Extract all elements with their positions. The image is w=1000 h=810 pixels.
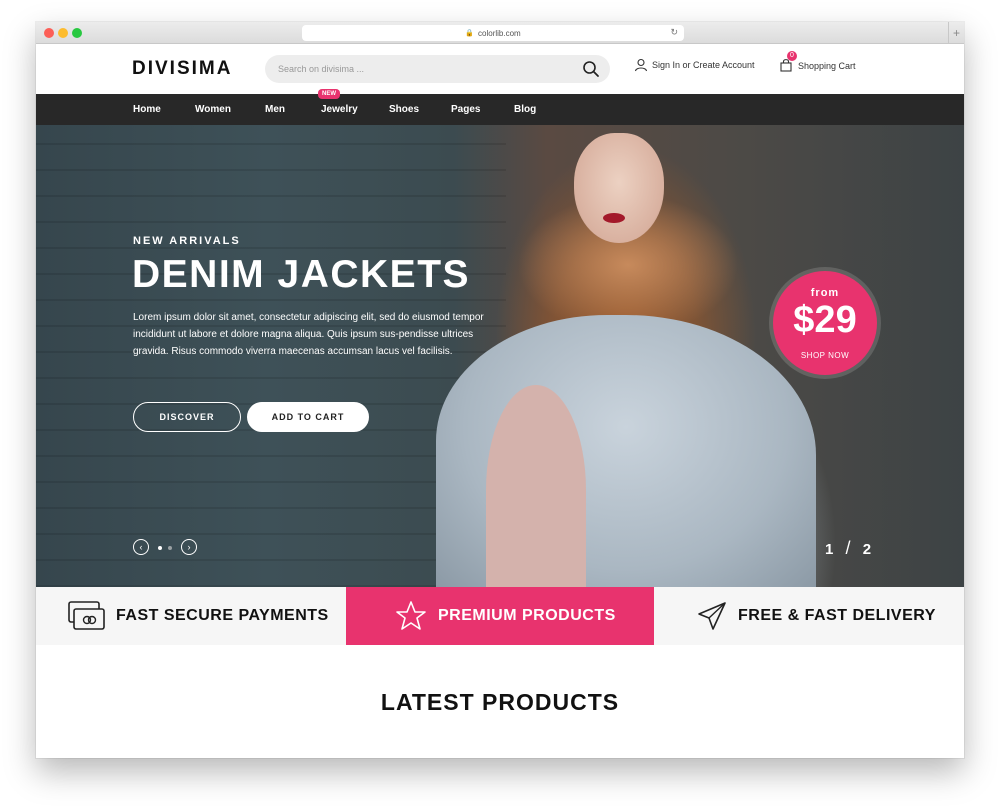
address-bar[interactable]: 🔒 colorlib.com ↻ — [302, 25, 684, 41]
shop-now-link[interactable]: SHOP NOW — [773, 351, 877, 360]
maximize-window-button[interactable] — [72, 28, 82, 38]
hero-description: Lorem ipsum dolor sit amet, consectetur … — [133, 312, 484, 357]
chevron-right-icon[interactable]: › — [181, 539, 197, 555]
url-text: colorlib.com — [478, 28, 521, 38]
hero-model-shirt — [486, 385, 586, 587]
cart-count-badge: 0 — [787, 51, 797, 61]
hero-slider: NEW ARRIVALS DENIM JACKETS Lorem ipsum d… — [36, 125, 964, 587]
slider-dot-active[interactable] — [158, 546, 162, 550]
hero-title: DENIM JACKETS — [132, 253, 471, 296]
cart-icon-wrapper: 0 — [779, 51, 797, 74]
search-bar — [265, 55, 610, 83]
feature-secure-payments: FAST SECURE PAYMENTS — [68, 587, 348, 645]
cart-label: Shopping Cart — [798, 61, 856, 71]
feature-free-delivery: FREE & FAST DELIVERY — [696, 587, 956, 645]
hero-model-lips — [603, 213, 625, 223]
nav-item-shoes[interactable]: Shoes — [389, 94, 419, 125]
user-icon — [634, 58, 648, 72]
paper-plane-icon — [698, 602, 726, 630]
nav-item-women[interactable]: Women — [195, 94, 231, 125]
nav-item-blog[interactable]: Blog — [514, 94, 536, 125]
latest-products-section: LATEST PRODUCTS — [36, 645, 964, 758]
hero-model-face — [574, 133, 664, 243]
new-badge: NEW — [318, 89, 340, 99]
account-link[interactable]: Sign In or Create Account — [634, 58, 755, 72]
reload-icon[interactable]: ↻ — [670, 27, 678, 38]
slide-separator: / — [845, 538, 853, 558]
price-value: $29 — [793, 299, 857, 341]
search-icon[interactable] — [582, 60, 600, 78]
price-from-label: from — [810, 287, 840, 299]
nav-item-jewelry[interactable]: Jewelry NEW — [318, 89, 358, 125]
feature-label: FAST SECURE PAYMENTS — [116, 607, 329, 624]
discover-button[interactable]: DISCOVER — [133, 402, 241, 432]
account-label: Sign In or Create Account — [652, 60, 755, 70]
minimize-window-button[interactable] — [58, 28, 68, 38]
new-tab-button[interactable]: + — [948, 22, 964, 44]
search-input[interactable] — [265, 55, 555, 83]
main-navigation: Home Women Men Jewelry NEW Shoes Pages B… — [36, 89, 964, 125]
site-header: DIVISIMA Sign In or Create Account 0 — [36, 44, 964, 94]
star-icon — [396, 601, 426, 630]
close-window-button[interactable] — [44, 28, 54, 38]
add-to-cart-button[interactable]: ADD TO CART — [247, 402, 369, 432]
feature-premium-products: PREMIUM PRODUCTS — [346, 587, 654, 645]
slide-current: 1 — [825, 541, 836, 558]
nav-item-men[interactable]: Men — [265, 94, 285, 125]
hero-kicker: NEW ARRIVALS — [133, 235, 241, 247]
browser-toolbar: 🔒 colorlib.com ↻ + — [36, 22, 964, 44]
slide-total: 2 — [862, 541, 874, 558]
feature-label: PREMIUM PRODUCTS — [438, 607, 616, 624]
credit-card-icon — [68, 601, 105, 630]
shopping-cart-link[interactable]: 0 Shopping Cart — [779, 51, 856, 74]
price-badge[interactable]: from $29 SHOP NOW — [773, 271, 877, 375]
nav-item-pages[interactable]: Pages — [451, 94, 480, 125]
browser-window: 🔒 colorlib.com ↻ + DIVISIMA Sign In or C… — [36, 22, 964, 758]
section-title: LATEST PRODUCTS — [380, 689, 620, 715]
chevron-left-icon[interactable]: ‹ — [133, 539, 149, 555]
features-bar: FAST SECURE PAYMENTS PREMIUM PRODUCTS FR… — [36, 587, 964, 645]
slide-counter: 1 / 2 — [825, 538, 873, 559]
lock-icon: 🔒 — [465, 30, 475, 37]
slider-dot[interactable] — [168, 546, 172, 550]
nav-item-home[interactable]: Home — [133, 94, 161, 125]
site-logo[interactable]: DIVISIMA — [132, 58, 232, 80]
nav-item-jewelry-label: Jewelry — [321, 104, 358, 115]
feature-label: FREE & FAST DELIVERY — [738, 607, 936, 624]
